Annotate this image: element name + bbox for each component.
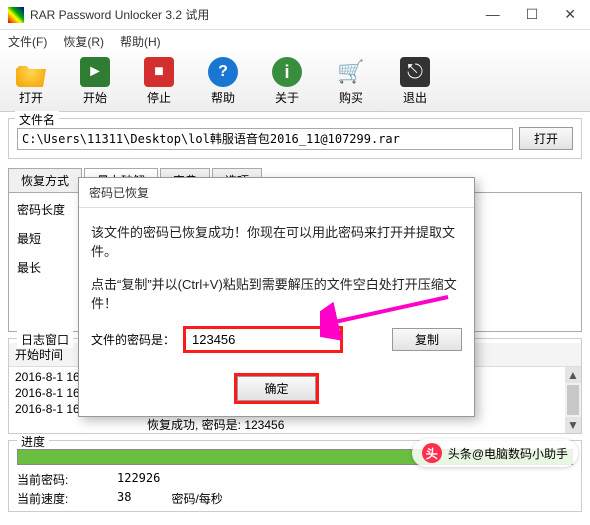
watermark: 头 头条@电脑数码小助手: [412, 439, 578, 467]
password-length-label: 密码长度: [17, 201, 77, 218]
toolbar-stop[interactable]: ■停止: [136, 57, 182, 106]
tab-recover-mode[interactable]: 恢复方式: [8, 168, 82, 193]
close-button[interactable]: ✕: [558, 6, 582, 23]
max-length-label: 最长: [17, 259, 77, 276]
toolbar-help[interactable]: ?帮助: [200, 57, 246, 106]
recovered-password[interactable]: 123456: [183, 326, 343, 353]
toolbar-open[interactable]: 打开: [8, 57, 54, 106]
current-password-label: 当前密码:: [17, 471, 77, 488]
current-speed-label: 当前速度:: [17, 490, 77, 507]
password-label: 文件的密码是：: [91, 331, 175, 348]
ok-button[interactable]: 确定: [237, 376, 315, 401]
dialog-message-2: 点击“复制”并以(Ctrl+V)粘贴到需要解压的文件空白处打开压缩文件！: [91, 274, 462, 312]
play-icon: ►: [80, 57, 110, 87]
file-panel: 文件名 打开: [8, 118, 582, 159]
dialog-message-1: 该文件的密码已恢复成功！你现在可以用此密码来打开并提取文件。: [91, 222, 462, 260]
folder-open-icon: [16, 57, 46, 87]
dialog-title: 密码已恢复: [89, 184, 149, 201]
file-panel-legend: 文件名: [15, 111, 59, 128]
progress-legend: 进度: [17, 433, 49, 450]
menu-help[interactable]: 帮助(H): [120, 33, 161, 50]
file-path-input[interactable]: [17, 128, 513, 150]
file-open-button[interactable]: 打开: [519, 127, 573, 150]
toolbar-start[interactable]: ►开始: [72, 57, 118, 106]
window-title: RAR Password Unlocker 3.2 试用: [30, 6, 480, 23]
minimize-button[interactable]: —: [480, 6, 506, 23]
toolbar-buy[interactable]: 🛒购买: [328, 57, 374, 106]
log-scrollbar[interactable]: ▲ ▼: [565, 367, 581, 433]
scroll-down-icon[interactable]: ▼: [565, 417, 581, 433]
dialog-title-bar: 密码已恢复: [79, 178, 474, 208]
app-icon: [8, 7, 24, 23]
current-speed-value: 38: [117, 490, 131, 507]
toolbar-about[interactable]: i关于: [264, 57, 310, 106]
toolbar: 打开 ►开始 ■停止 ?帮助 i关于 🛒购买 ⎋退出: [0, 52, 590, 112]
watermark-text: 头条@电脑数码小助手: [448, 445, 568, 462]
log-col-time: 开始时间: [15, 346, 63, 363]
min-length-label: 最短: [17, 230, 77, 247]
scroll-thumb[interactable]: [567, 385, 579, 415]
log-row: 恢复成功, 密码是: 123456: [15, 417, 575, 433]
speed-unit: 密码/每秒: [171, 490, 222, 507]
watermark-icon: 头: [422, 443, 442, 463]
current-password-value: 122926: [117, 471, 160, 488]
cart-icon: 🛒: [336, 57, 366, 87]
menu-recover[interactable]: 恢复(R): [63, 33, 104, 50]
ok-button-highlight: 确定: [234, 373, 318, 404]
exit-icon: ⎋: [400, 57, 430, 87]
scroll-up-icon[interactable]: ▲: [565, 367, 581, 383]
toolbar-exit[interactable]: ⎋退出: [392, 57, 438, 106]
menu-file[interactable]: 文件(F): [8, 33, 47, 50]
menu-bar: 文件(F) 恢复(R) 帮助(H): [0, 30, 590, 52]
about-icon: i: [272, 57, 302, 87]
maximize-button[interactable]: ☐: [520, 6, 545, 23]
help-icon: ?: [208, 57, 238, 87]
stop-icon: ■: [144, 57, 174, 87]
title-bar: RAR Password Unlocker 3.2 试用 — ☐ ✕: [0, 0, 590, 30]
log-legend: 日志窗口: [17, 331, 73, 348]
copy-button[interactable]: 复制: [392, 328, 462, 351]
password-recovered-dialog: 密码已恢复 该文件的密码已恢复成功！你现在可以用此密码来打开并提取文件。 点击“…: [78, 177, 475, 417]
